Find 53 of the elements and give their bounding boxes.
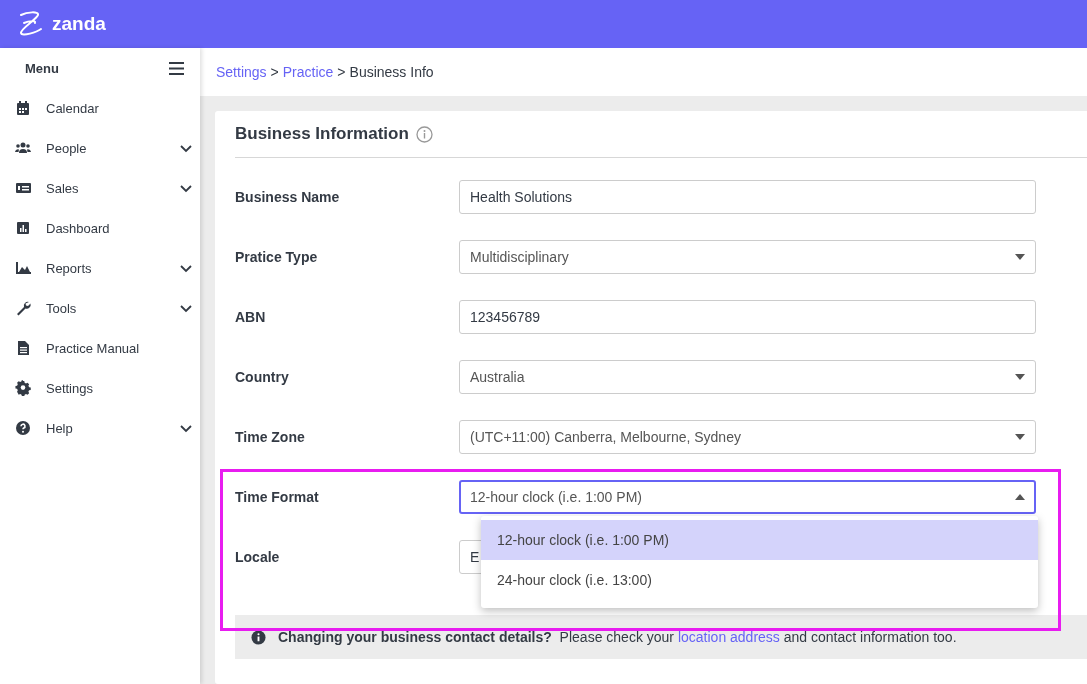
reports-icon [14,260,32,276]
sidebar-item[interactable]: Practice Manual [0,328,200,368]
field-label: Pratice Type [235,249,319,265]
dashboard-icon [14,220,32,236]
caret-icon [1015,374,1025,380]
sidebar-item[interactable]: Reports [0,248,200,288]
field-label: Locale [235,549,281,565]
sidebar-item[interactable]: Sales [0,168,200,208]
field-label: Time Zone [235,429,306,445]
menu-icon[interactable] [169,61,184,75]
card-title: Business Information [235,124,409,144]
field-label: ABN [235,309,267,325]
breadcrumb-link[interactable]: Practice [282,64,334,80]
sidebar-item[interactable]: Settings [0,368,200,408]
chevron-icon [180,262,192,274]
notice-text: Changing your business contact details? Please check your location address and contact information too. [278,629,957,645]
select-field[interactable]: 12-hour clock (i.e. 1:00 PM) [459,480,1036,514]
logo-text: zanda [52,13,106,35]
location-address-link[interactable]: location address [677,629,780,645]
help-icon [14,420,32,436]
text-field[interactable]: Health Solutions [459,180,1036,214]
gear-icon [14,380,32,396]
chevron-icon [180,142,192,154]
select-field[interactable]: Australia [459,360,1036,394]
breadcrumb-separator: > [270,64,279,80]
dropdown-option[interactable]: 12-hour clock (i.e. 1:00 PM) [481,520,1038,560]
info-icon [251,629,266,645]
sidebar-item[interactable]: Tools [0,288,200,328]
sidebar-item[interactable]: Dashboard [0,208,200,248]
breadcrumb-current: Business Info [349,64,434,80]
field-label: Country [235,369,290,385]
caret-icon [1015,434,1025,440]
chevron-icon [180,302,192,314]
caret-icon [1015,494,1025,500]
people-icon [14,140,32,156]
sidebar-item[interactable]: Help [0,408,200,448]
calendar-icon [14,100,32,116]
sidebar-item[interactable]: People [0,128,200,168]
field-label: Business Name [235,189,341,205]
sidebar-item[interactable]: Calendar [0,88,200,128]
caret-icon [1015,254,1025,260]
select-field[interactable]: (UTC+11:00) Canberra, Melbourne, Sydney [459,420,1036,454]
info-icon[interactable] [415,125,433,143]
sales-icon [14,180,32,196]
field-label: Time Format [235,489,320,505]
dropdown-option[interactable]: 24-hour clock (i.e. 13:00) [481,560,1038,600]
chevron-icon [180,182,192,194]
breadcrumb-link[interactable]: Settings [216,64,267,80]
sidebar-title: Menu [25,60,59,76]
chevron-icon [180,422,192,434]
select-field[interactable]: Multidisciplinary [459,240,1036,274]
breadcrumb-separator: > [337,64,346,80]
text-field[interactable]: 123456789 [459,300,1036,334]
